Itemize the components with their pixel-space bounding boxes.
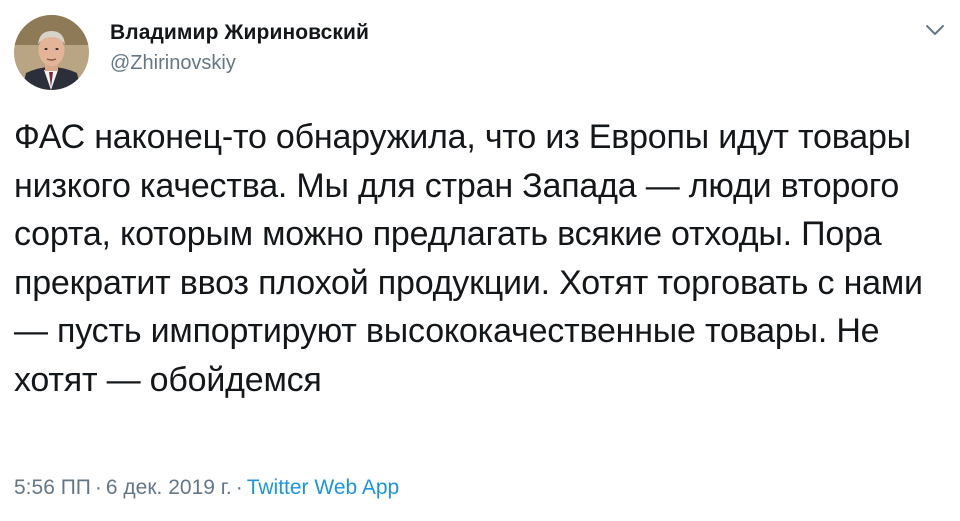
display-name[interactable]: Владимир Жириновский — [110, 20, 369, 46]
tweet-text: ФАС наконец-то обнаружила, что из Европы… — [14, 118, 923, 399]
chevron-down-icon[interactable] — [922, 17, 948, 43]
meta-separator: · — [94, 476, 102, 499]
avatar-image — [14, 15, 89, 90]
author-block: Владимир Жириновский @Zhirinovskiy — [110, 20, 369, 76]
user-handle[interactable]: @Zhirinovskiy — [110, 50, 369, 76]
tweet-meta: 5:56 ПП · 6 дек. 2019 г. · Twitter Web App — [14, 476, 399, 500]
tweet-source-link[interactable]: Twitter Web App — [247, 476, 400, 499]
tweet-time[interactable]: 5:56 ПП — [14, 476, 91, 499]
meta-separator: · — [235, 476, 243, 499]
tweet-date[interactable]: 6 дек. 2019 г. — [106, 476, 232, 499]
tweet-card: Владимир Жириновский @Zhirinovskiy ФАС н… — [0, 0, 960, 521]
avatar[interactable] — [14, 15, 89, 90]
